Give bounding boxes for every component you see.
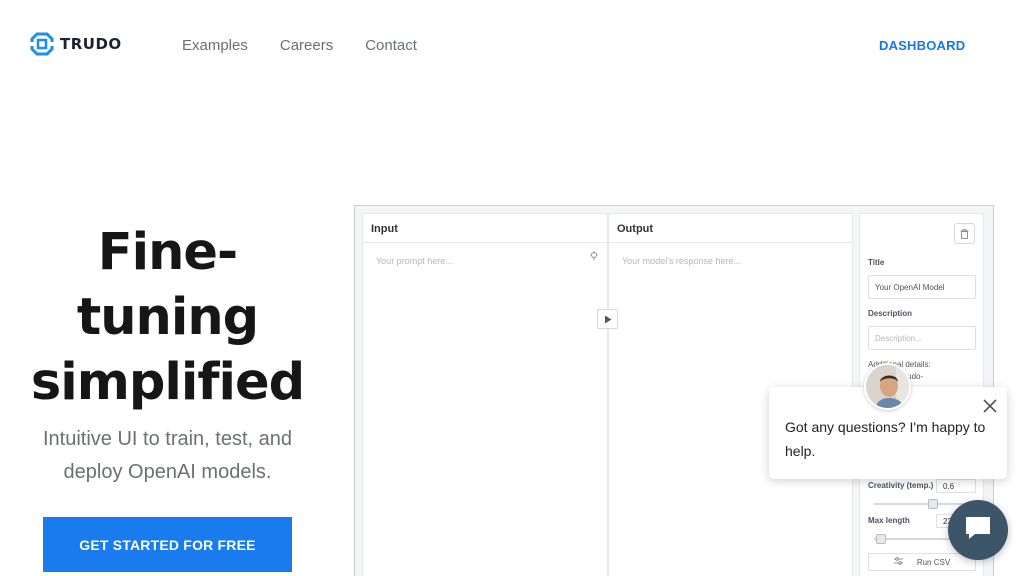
nav-links: Examples Careers Contact — [182, 37, 417, 54]
run-csv-button[interactable]: Run CSV — [868, 553, 976, 571]
lightbulb-icon[interactable] — [589, 251, 599, 264]
title-input[interactable]: Your OpenAI Model — [868, 275, 976, 299]
nav-link-contact[interactable]: Contact — [365, 37, 417, 54]
creativity-slider[interactable] — [874, 499, 974, 509]
hero-title-line: simplified — [30, 353, 305, 412]
dashboard-link[interactable]: DASHBOARD — [879, 38, 965, 53]
avatar — [864, 363, 911, 410]
input-header: Input — [363, 214, 607, 243]
top-nav: TRUDO Examples Careers Contact DASHBOARD — [0, 0, 1024, 90]
nav-link-careers[interactable]: Careers — [280, 37, 333, 54]
trash-icon[interactable] — [954, 223, 975, 244]
hero-title: Fine- tuning simplified — [20, 220, 315, 415]
max-length-label: Max length — [868, 516, 910, 525]
chat-icon — [963, 513, 993, 548]
prompt-input[interactable]: Your prompt here... — [363, 243, 607, 279]
logo-icon — [30, 32, 54, 56]
hero-title-line: Fine- — [97, 223, 238, 282]
run-csv-label: Run CSV — [916, 557, 951, 567]
title-label: Title — [868, 258, 885, 267]
max-length-slider-handle[interactable] — [876, 534, 886, 544]
hero-subtitle: Intuitive UI to train, test, and deploy … — [20, 423, 315, 489]
model-response: Your model's response here... — [622, 256, 741, 266]
hero-subtitle-line: deploy OpenAI models. — [63, 461, 272, 483]
logo-text: TRUDO — [60, 35, 122, 53]
play-icon[interactable] — [597, 309, 618, 329]
get-started-button[interactable]: GET STARTED FOR FREE — [43, 517, 292, 572]
description-input[interactable]: Description... — [868, 326, 976, 350]
output-header: Output — [609, 214, 852, 243]
hero-title-line: tuning — [76, 288, 259, 347]
input-panel: Input Your prompt here... — [362, 213, 608, 576]
csv-icon — [893, 557, 903, 567]
chat-message: Got any questions? I'm happy to help. — [785, 419, 986, 459]
logo[interactable]: TRUDO — [30, 32, 122, 56]
hero-subtitle-line: Intuitive UI to train, test, and — [42, 428, 292, 450]
creativity-label: Creativity (temp.) — [868, 481, 934, 490]
nav-link-examples[interactable]: Examples — [182, 37, 248, 54]
chat-launcher-button[interactable] — [948, 500, 1008, 560]
close-icon[interactable] — [981, 397, 999, 415]
creativity-value[interactable]: 0.6 — [936, 479, 976, 493]
creativity-slider-handle[interactable] — [928, 499, 938, 509]
description-label: Description — [868, 309, 913, 318]
